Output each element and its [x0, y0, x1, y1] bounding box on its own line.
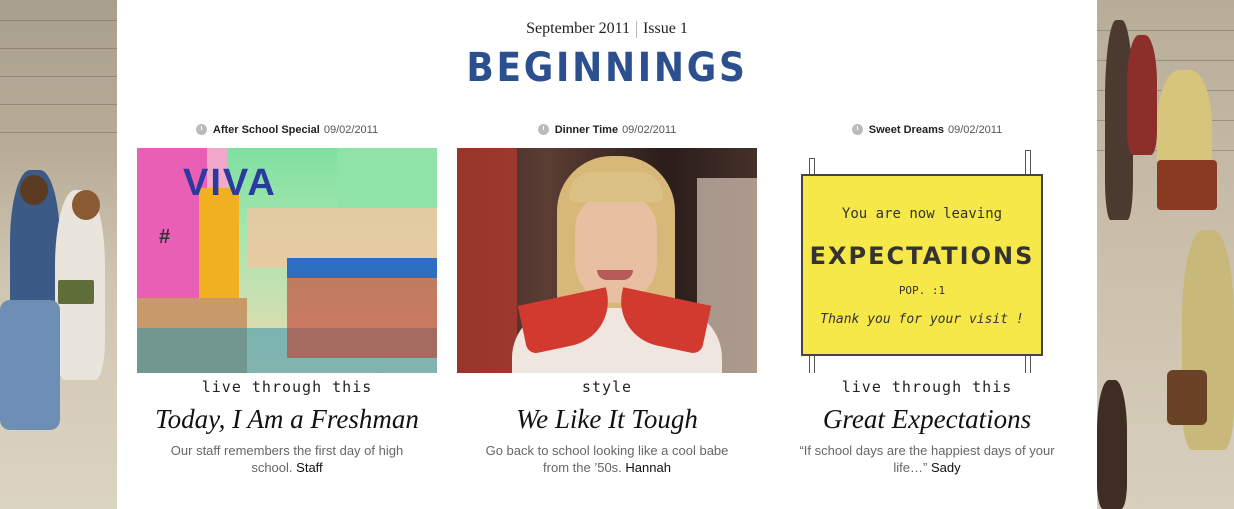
article-thumbnail[interactable]: You are now leaving EXPECTATIONS POP. :1…: [777, 148, 1077, 373]
abstract-art-image: VIVA #: [137, 148, 437, 373]
art-text: VIVA: [183, 162, 277, 204]
article-headline[interactable]: We Like It Tough: [437, 404, 777, 435]
article-meta: Sweet Dreams 09/02/2011: [777, 124, 1077, 140]
issue-date: September 2011: [526, 20, 630, 37]
sign-line-2: EXPECTATIONS: [809, 242, 1035, 270]
background-photo-left: [0, 0, 117, 509]
article-card[interactable]: Dinner Time 09/02/2011 style We Like It T…: [457, 124, 757, 475]
clock-icon: [195, 124, 207, 135]
article-card[interactable]: Sweet Dreams 09/02/2011 You are now leavi…: [777, 124, 1077, 475]
sign-line-1: You are now leaving: [841, 206, 1003, 222]
article-dek: Go back to school looking like a cool ba…: [477, 442, 737, 476]
background-photo-right: [1097, 0, 1234, 509]
article-tag[interactable]: live through this: [137, 378, 437, 396]
portrait-photo: [457, 148, 757, 373]
issue-number: Issue 1: [642, 20, 688, 37]
article-dek: “If school days are the happiest days of…: [797, 442, 1057, 476]
article-thumbnail[interactable]: VIVA #: [137, 148, 437, 373]
content-panel: September 2011 Issue 1 BEGINNINGS After S…: [117, 0, 1097, 509]
article-dek-text: Go back to school looking like a cool ba…: [485, 443, 729, 475]
article-author[interactable]: Staff: [296, 460, 323, 475]
article-author[interactable]: Sady: [931, 460, 961, 475]
road-sign-image: You are now leaving EXPECTATIONS POP. :1…: [777, 148, 1077, 373]
article-date: 09/02/2011: [622, 124, 677, 136]
article-dek-text: Our staff remembers the first day of hig…: [170, 443, 404, 475]
article-meta: Dinner Time 09/02/2011: [457, 124, 757, 140]
article-card[interactable]: After School Special 09/02/2011 VIVA # li…: [137, 124, 437, 475]
issue-title: BEGINNINGS: [466, 45, 748, 91]
article-thumbnail[interactable]: [457, 148, 757, 373]
article-author[interactable]: Hannah: [625, 460, 671, 475]
article-dek: Our staff remembers the first day of hig…: [157, 442, 417, 476]
article-tag[interactable]: style: [457, 378, 757, 396]
article-category[interactable]: Sweet Dreams: [869, 124, 944, 136]
article-headline[interactable]: Great Expectations: [757, 404, 1097, 435]
article-date: 09/02/2011: [323, 124, 379, 136]
article-date: 09/02/2011: [947, 124, 1003, 136]
article-tag[interactable]: live through this: [777, 378, 1077, 396]
sign-board: You are now leaving EXPECTATIONS POP. :1…: [801, 174, 1043, 356]
sign-line-3: POP. :1: [898, 284, 946, 297]
sign-line-4: Thank you for your visit !: [820, 312, 1024, 327]
issue-separator: [635, 20, 637, 38]
issue-line: September 2011 Issue 1: [117, 20, 1097, 38]
clock-icon: [537, 124, 549, 135]
article-dek-text: “If school days are the happiest days of…: [799, 443, 1055, 475]
article-category[interactable]: Dinner Time: [555, 124, 618, 136]
article-headline[interactable]: Today, I Am a Freshman: [117, 404, 457, 435]
clock-icon: [851, 124, 863, 135]
art-hash: #: [159, 226, 171, 248]
article-category[interactable]: After School Special: [213, 124, 320, 136]
article-meta: After School Special 09/02/2011: [137, 124, 437, 140]
